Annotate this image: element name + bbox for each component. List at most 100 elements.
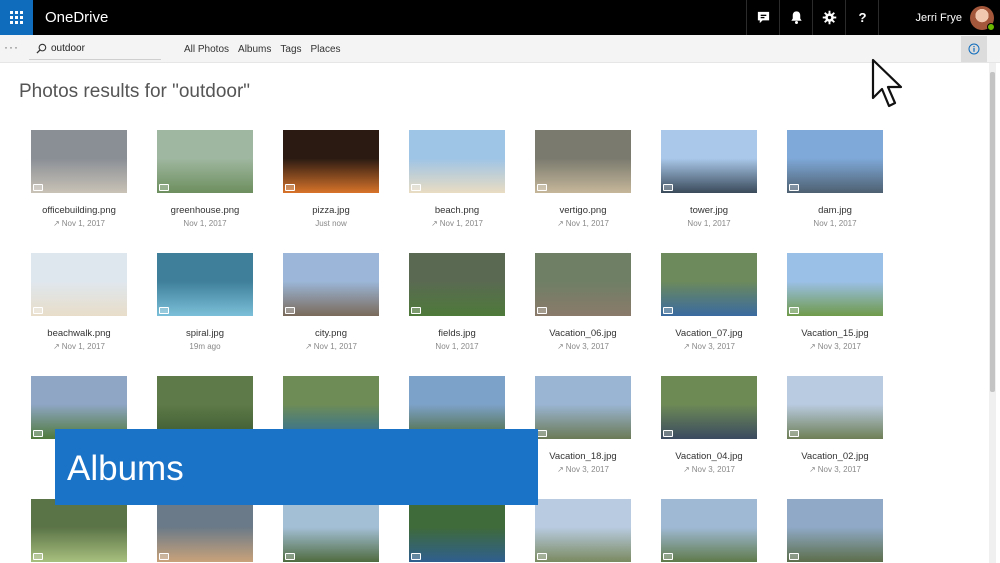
photo-thumbnail[interactable] — [31, 130, 127, 193]
photo-date-row: Nov 1, 2017 — [787, 219, 883, 228]
photo-date: Nov 3, 2017 — [565, 342, 609, 351]
image-type-icon — [411, 553, 421, 560]
photo-date-row: ↗ Nov 3, 2017 — [535, 342, 631, 351]
photo-name: vertigo.png — [559, 205, 607, 216]
photo-tile[interactable]: tower.jpg Nov 1, 2017 — [661, 130, 757, 228]
nav-tags[interactable]: Tags — [280, 44, 301, 55]
photo-thumbnail[interactable] — [409, 499, 505, 562]
photo-thumbnail[interactable] — [409, 253, 505, 316]
photo-thumbnail[interactable] — [283, 130, 379, 193]
app-launcher-button[interactable] — [0, 0, 33, 35]
photo-date: Nov 1, 2017 — [313, 342, 357, 351]
photo-thumbnail[interactable] — [787, 253, 883, 316]
details-pane-button[interactable] — [961, 36, 987, 62]
photo-thumbnail[interactable] — [661, 376, 757, 439]
image-type-icon — [663, 184, 673, 191]
photo-tile[interactable] — [283, 499, 379, 563]
photo-tile[interactable]: spiral.jpg 19m ago — [157, 253, 253, 351]
notifications-button[interactable] — [779, 0, 812, 35]
image-type-icon — [285, 553, 295, 560]
image-type-icon — [159, 307, 169, 314]
photo-tile[interactable]: Vacation_06.jpg ↗ Nov 3, 2017 — [535, 253, 631, 351]
photo-tile[interactable]: Vacation_04.jpg ↗ Nov 3, 2017 — [661, 376, 757, 474]
photo-thumbnail[interactable] — [661, 499, 757, 562]
photo-name: fields.jpg — [438, 328, 476, 339]
gear-icon — [822, 10, 836, 25]
photo-thumbnail[interactable] — [787, 499, 883, 562]
photo-thumbnail[interactable] — [787, 130, 883, 193]
photo-tile[interactable] — [787, 499, 883, 563]
photo-tile[interactable] — [157, 499, 253, 563]
nav-albums[interactable]: Albums — [238, 44, 271, 55]
image-type-icon — [789, 430, 799, 437]
search-box[interactable]: outdoor — [29, 38, 161, 60]
photo-thumbnail[interactable] — [535, 130, 631, 193]
photo-thumbnail[interactable] — [157, 253, 253, 316]
photo-thumbnail[interactable] — [31, 499, 127, 562]
photo-tile[interactable]: Vacation_07.jpg ↗ Nov 3, 2017 — [661, 253, 757, 351]
photo-tile[interactable]: Vacation_02.jpg ↗ Nov 3, 2017 — [787, 376, 883, 474]
photo-tile[interactable]: beach.png ↗ Nov 1, 2017 — [409, 130, 505, 228]
photo-date-row: ↗ Nov 3, 2017 — [661, 465, 757, 474]
photo-thumbnail[interactable] — [283, 253, 379, 316]
photo-tile[interactable]: pizza.jpg Just now — [283, 130, 379, 228]
image-type-icon — [537, 430, 547, 437]
photo-thumbnail[interactable] — [157, 499, 253, 562]
photo-date: Nov 1, 2017 — [61, 219, 105, 228]
nav-all-photos[interactable]: All Photos — [184, 44, 229, 55]
photo-tile[interactable]: Vacation_15.jpg ↗ Nov 3, 2017 — [787, 253, 883, 351]
image-type-icon — [285, 307, 295, 314]
photo-thumbnail[interactable] — [31, 253, 127, 316]
avatar[interactable] — [970, 5, 995, 31]
photo-date: Nov 3, 2017 — [817, 465, 861, 474]
photo-thumbnail[interactable] — [535, 376, 631, 439]
photo-thumbnail[interactable] — [157, 130, 253, 193]
photo-thumbnail[interactable] — [535, 253, 631, 316]
shared-icon: ↗ — [809, 465, 816, 474]
image-type-icon — [663, 307, 673, 314]
photo-thumbnail[interactable] — [787, 376, 883, 439]
photo-tile[interactable] — [31, 499, 127, 563]
photo-tile[interactable] — [409, 499, 505, 563]
photo-tile[interactable]: dam.jpg Nov 1, 2017 — [787, 130, 883, 228]
account-manager[interactable]: Jerri Frye — [878, 0, 1000, 35]
photo-tile[interactable]: fields.jpg Nov 1, 2017 — [409, 253, 505, 351]
photo-tile[interactable] — [661, 499, 757, 563]
photo-tile[interactable] — [535, 499, 631, 563]
app-name[interactable]: OneDrive — [33, 0, 746, 35]
photo-thumbnail[interactable] — [661, 130, 757, 193]
image-type-icon — [789, 307, 799, 314]
photo-name: spiral.jpg — [185, 328, 225, 339]
nav-places[interactable]: Places — [311, 44, 341, 55]
photo-date: Nov 3, 2017 — [817, 342, 861, 351]
photo-tile[interactable]: greenhouse.png Nov 1, 2017 — [157, 130, 253, 228]
search-input[interactable]: outdoor — [51, 43, 85, 54]
photo-name: pizza.jpg — [312, 205, 350, 216]
chat-button[interactable] — [746, 0, 779, 35]
help-button[interactable]: ? — [845, 0, 878, 35]
photo-date: Nov 3, 2017 — [565, 465, 609, 474]
photo-tile[interactable]: officebuilding.png ↗ Nov 1, 2017 — [31, 130, 127, 228]
photo-thumbnail[interactable] — [661, 253, 757, 316]
photo-thumbnail[interactable] — [535, 499, 631, 562]
photo-date-row: ↗ Nov 3, 2017 — [787, 342, 883, 351]
image-type-icon — [789, 553, 799, 560]
photos-nav: All Photos Albums Tags Places — [184, 35, 350, 63]
image-type-icon — [33, 430, 43, 437]
settings-button[interactable] — [812, 0, 845, 35]
user-name: Jerri Frye — [915, 11, 962, 24]
svg-text:?: ? — [858, 10, 866, 25]
photo-tile[interactable]: city.png ↗ Nov 1, 2017 — [283, 253, 379, 351]
photo-tile[interactable]: beachwalk.png ↗ Nov 1, 2017 — [31, 253, 127, 351]
scrollbar-thumb[interactable] — [990, 72, 995, 392]
photo-date-row: Just now — [283, 219, 379, 228]
more-options-icon[interactable]: ··· — [4, 40, 19, 54]
search-icon — [36, 43, 47, 54]
albums-banner: Albums — [55, 429, 538, 505]
image-type-icon — [285, 184, 295, 191]
photo-tile[interactable]: Vacation_18.jpg ↗ Nov 3, 2017 — [535, 376, 631, 474]
photo-thumbnail[interactable] — [409, 130, 505, 193]
photo-tile[interactable]: vertigo.png ↗ Nov 1, 2017 — [535, 130, 631, 228]
photo-name: Vacation_06.jpg — [549, 328, 617, 339]
photo-thumbnail[interactable] — [283, 499, 379, 562]
